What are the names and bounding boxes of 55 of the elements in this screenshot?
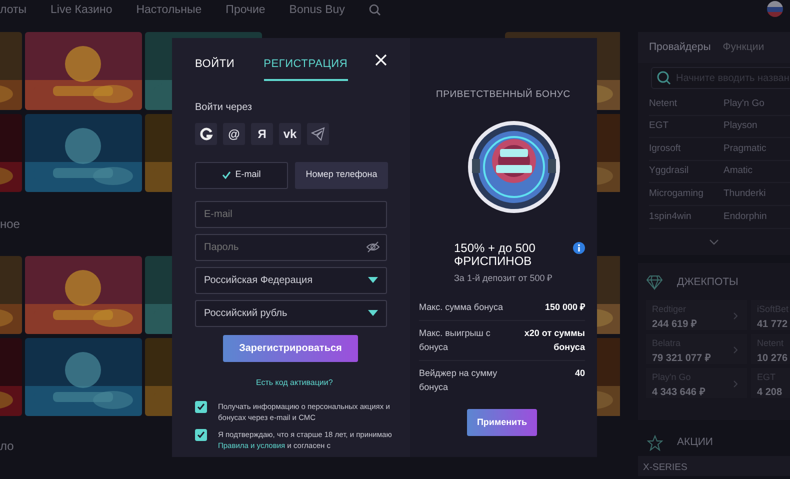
jackpot-amount: 4 208 — [757, 386, 782, 400]
bonus-title: 150% + до 500 ФРИСПИНОВ — [454, 242, 536, 268]
provider-link[interactable]: Pragmatic — [724, 142, 790, 156]
section-heading: ное — [0, 216, 20, 233]
jackpot-amount: 4 343 646 ₽ — [652, 386, 706, 400]
provider-link[interactable]: 1spin4win — [649, 210, 724, 224]
provider-link[interactable]: EGT — [649, 119, 724, 134]
nav-link[interactable]: Live Казино — [50, 2, 112, 20]
toggle-button[interactable]: Номер телефона — [295, 162, 388, 188]
jackpot-amount: 41 772 — [757, 318, 788, 332]
row-value: 150 000 ₽ — [544, 300, 585, 314]
provider-link[interactable]: Igrosoft — [649, 142, 724, 156]
nav-link[interactable]: Прочие — [226, 2, 266, 20]
input-field[interactable]: E-mail — [195, 200, 387, 228]
select-field[interactable]: Российская Федерация — [195, 266, 387, 294]
provider-link[interactable]: Netent — [649, 96, 724, 111]
section-title: ДЖЕКПОТЫ — [677, 274, 738, 290]
section-heading: ло — [0, 438, 14, 455]
sidebar-tab[interactable]: Функции — [722, 40, 764, 56]
provider-link[interactable]: Playson — [724, 119, 790, 134]
provider-link[interactable]: Thunderki — [724, 187, 790, 202]
nav-link[interactable]: Bonus Buy — [289, 2, 345, 20]
nav-link[interactable]: лоты — [0, 2, 27, 20]
bonus-heading: ПРИВЕТСТВЕННЫЙ БОНУС — [436, 88, 570, 102]
register-button[interactable]: Зарегистрироваться — [223, 334, 358, 362]
activation-link[interactable]: Есть код активации? — [256, 376, 333, 388]
promo-bar[interactable]: X-SERIES — [638, 456, 790, 476]
social-button[interactable]: @ — [223, 122, 245, 144]
social-button[interactable]: vk — [279, 122, 301, 144]
provider-link[interactable]: Endorphin — [724, 210, 790, 224]
apply-button[interactable]: Применить — [467, 409, 537, 436]
nav-link[interactable]: Настольные — [136, 2, 202, 20]
row-label: Вейджер на сумму бонуса — [419, 367, 498, 394]
provider-link[interactable]: Microgaming — [649, 187, 724, 202]
jackpot-amount: 79 321 077 ₽ — [652, 352, 711, 366]
password-field[interactable]: Пароль — [195, 234, 387, 260]
tab[interactable]: ВОЙТИ — [195, 56, 235, 80]
toggle-button[interactable]: E-mail — [195, 162, 288, 188]
tab[interactable]: РЕГИСТРАЦИЯ — [264, 56, 348, 80]
provider-link[interactable]: Yggdrasil — [649, 164, 724, 179]
jackpot-amount: 244 619 ₽ — [652, 318, 697, 332]
jackpot-amount: 10 276 — [757, 352, 788, 366]
row-label: Макс. выигрыш с бонуса — [419, 327, 492, 354]
bonus-subtitle: За 1-й депозит от 500 ₽ — [454, 272, 552, 286]
row-value: 40 — [574, 367, 585, 380]
promo-title: X-SERIES — [643, 462, 688, 473]
provider-link[interactable]: Amatic — [724, 164, 790, 179]
provider-link[interactable]: Play'n Go — [724, 96, 790, 111]
section-title: АКЦИИ — [677, 434, 713, 450]
social-button[interactable]: Я — [251, 122, 273, 144]
select-field[interactable]: Российский рубль — [195, 300, 387, 326]
sidebar-tab[interactable]: Провайдеры — [649, 40, 711, 56]
row-label: Макс. сумма бонуса — [419, 300, 503, 314]
row-value: x20 от суммы бонуса — [523, 327, 585, 354]
section-label: Войти через — [195, 100, 252, 114]
